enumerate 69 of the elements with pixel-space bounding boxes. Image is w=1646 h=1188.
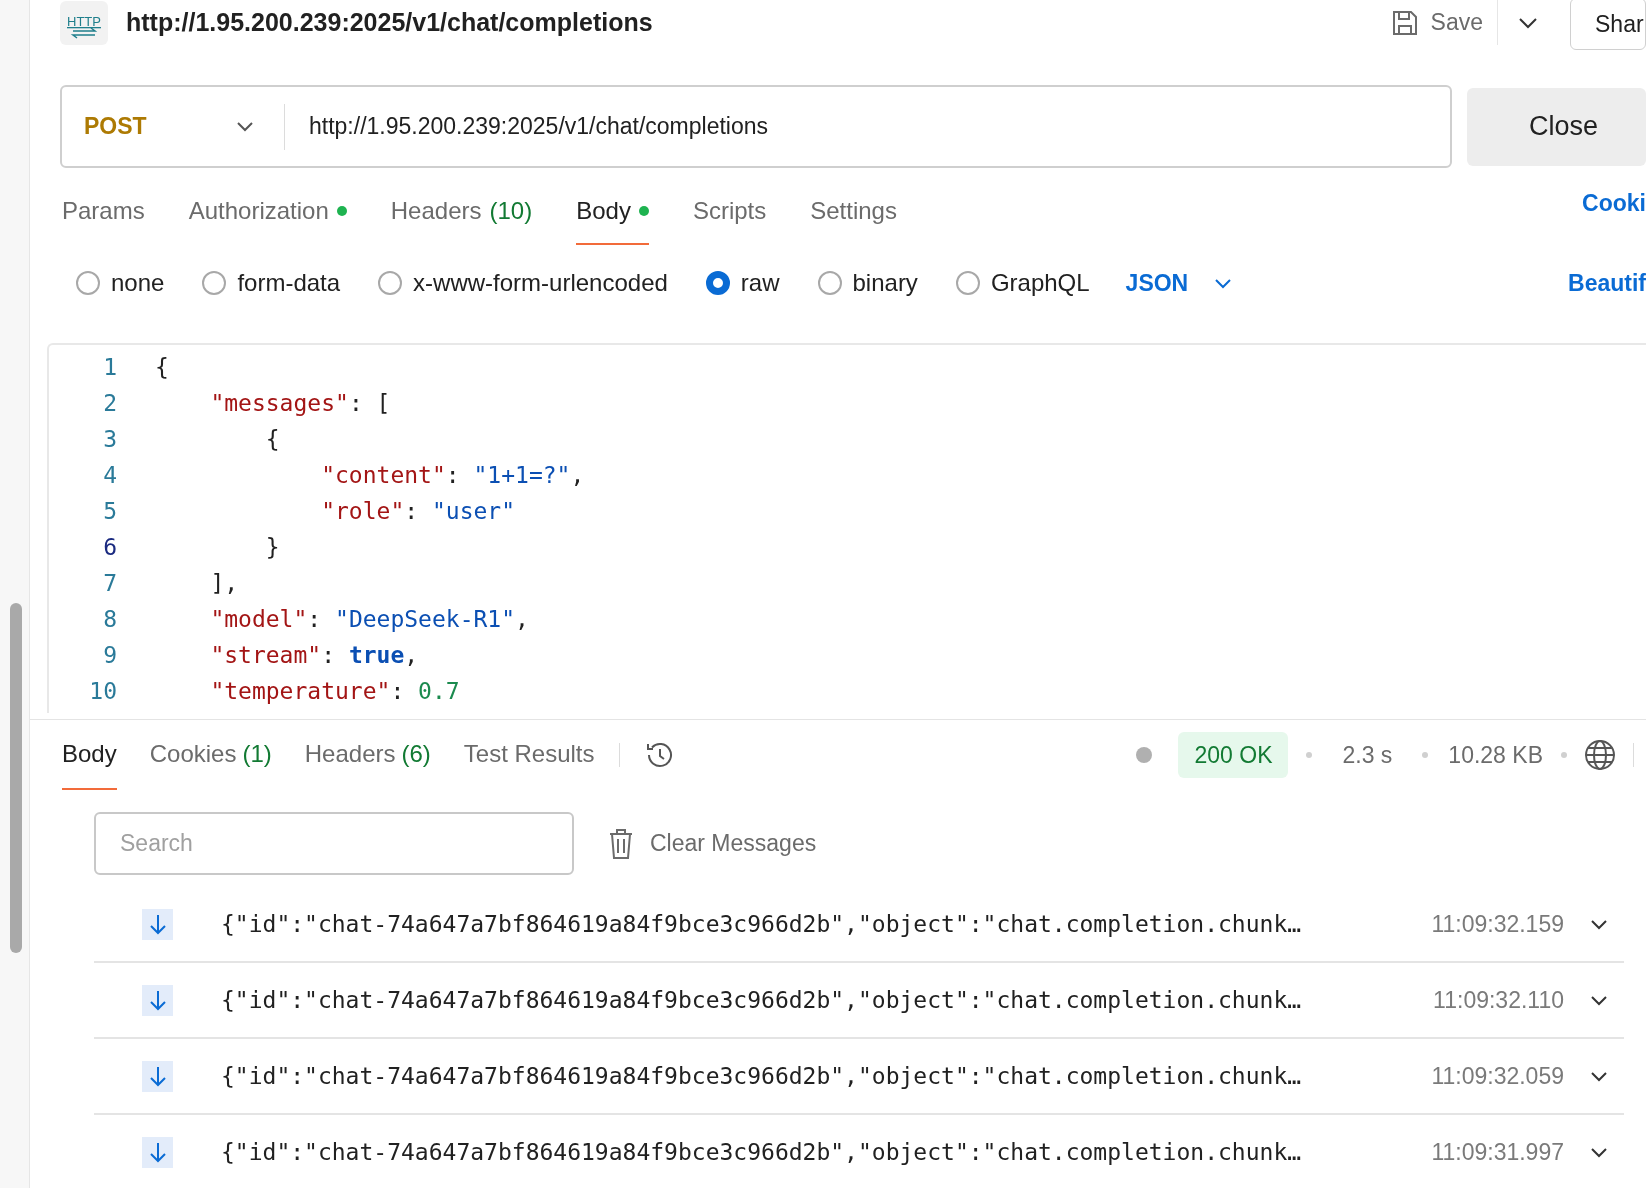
code-line: } [264, 532, 280, 562]
chevron-down-icon [1590, 994, 1608, 1006]
chevron-down-icon [1590, 1146, 1608, 1158]
trash-icon [608, 827, 634, 860]
line-number: 4 [102, 460, 117, 490]
chevron-down-icon [236, 121, 254, 132]
chevron-down-icon [1590, 918, 1608, 930]
code-line: "content": "1+1=?", [320, 460, 585, 490]
request-tab[interactable]: Body [576, 193, 649, 245]
request-tab[interactable]: Headers (10) [390, 193, 533, 245]
method-dropdown[interactable]: POST [62, 109, 284, 144]
code-line: ], [209, 568, 239, 598]
message-time: 11:09:32.059 [1431, 1061, 1564, 1091]
line-number: 9 [102, 640, 117, 670]
code-line: "messages": [ [209, 388, 391, 418]
code-line: "temperature": 0.7 [209, 676, 460, 706]
request-title: http://1.95.200.239:2025/v1/chat/completions [126, 6, 653, 38]
code-line: "stream": true, [209, 640, 419, 670]
code-line: "role": "user" [320, 496, 516, 526]
code-line: { [264, 424, 280, 454]
code-line: "model": "DeepSeek-R1", [209, 604, 529, 634]
request-tab[interactable]: Params [62, 193, 145, 245]
request-tab[interactable]: Authorization [188, 193, 347, 245]
line-number: 5 [102, 496, 117, 526]
body-type-radio[interactable]: binary [817, 265, 918, 301]
chevron-down-icon [1590, 1070, 1608, 1082]
status-badge: 200 OK [1178, 731, 1289, 779]
http-icon: HTTP [60, 0, 108, 45]
message-text: {"id":"chat-74a647a7bf864619a84f9bce3c966d2b","object":"chat.completion.chunk… [221, 909, 1302, 939]
request-tab[interactable]: Settings [810, 193, 897, 245]
line-number: 7 [102, 568, 117, 598]
globe-icon[interactable] [1583, 738, 1617, 772]
line-number: 1 [102, 352, 117, 382]
line-number: 6 [102, 532, 117, 562]
body-type-radio[interactable]: x-www-form-urlencoded [378, 265, 668, 301]
message-time: 11:09:31.997 [1431, 1137, 1564, 1167]
response-time: 2.3 s [1342, 740, 1393, 770]
response-tab[interactable]: Cookies (1) [149, 720, 272, 790]
body-type-radio[interactable]: raw [705, 265, 780, 301]
chevron-down-icon [1214, 277, 1233, 289]
save-icon [1390, 8, 1419, 37]
code-line: { [155, 352, 169, 382]
search-field[interactable]: Search [94, 812, 574, 875]
format-dropdown[interactable]: JSON [1125, 265, 1233, 301]
request-tab[interactable]: Scripts [692, 193, 767, 245]
message-time: 11:09:32.159 [1431, 909, 1564, 939]
close-button[interactable]: Close [1467, 87, 1646, 166]
line-number: 10 [88, 676, 117, 706]
line-number: 2 [102, 388, 117, 418]
message-text: {"id":"chat-74a647a7bf864619a84f9bce3c966d2b","object":"chat.completion.chunk… [221, 1137, 1302, 1167]
beautify-link[interactable]: Beautif [1568, 265, 1646, 301]
cookies-link[interactable]: Cooki [1582, 185, 1646, 220]
url-field[interactable]: POST http://1.95.200.239:2025/v1/chat/completions [60, 85, 1452, 168]
response-tab[interactable]: Headers (6) [304, 720, 431, 790]
clear-messages-button[interactable]: Clear Messages [608, 826, 817, 861]
message-text: {"id":"chat-74a647a7bf864619a84f9bce3c966d2b","object":"chat.completion.chunk… [221, 1061, 1302, 1091]
save-button[interactable]: Save [1390, 5, 1497, 40]
chevron-down-icon [1518, 16, 1538, 29]
body-type-radio[interactable]: none [76, 265, 165, 301]
body-type-radio[interactable]: form-data [202, 265, 341, 301]
message-text: {"id":"chat-74a647a7bf864619a84f9bce3c966d2b","object":"chat.completion.chunk… [221, 985, 1302, 1015]
response-size: 10.28 KB [1448, 740, 1543, 770]
response-tab[interactable]: Body [62, 720, 117, 790]
response-tab[interactable]: Test Results [463, 720, 595, 790]
message-time: 11:09:32.110 [1433, 985, 1564, 1015]
line-number: 8 [102, 604, 117, 634]
line-number: 3 [102, 424, 117, 454]
scrollbar[interactable] [10, 603, 22, 953]
body-type-radio[interactable]: GraphQL [955, 265, 1090, 301]
